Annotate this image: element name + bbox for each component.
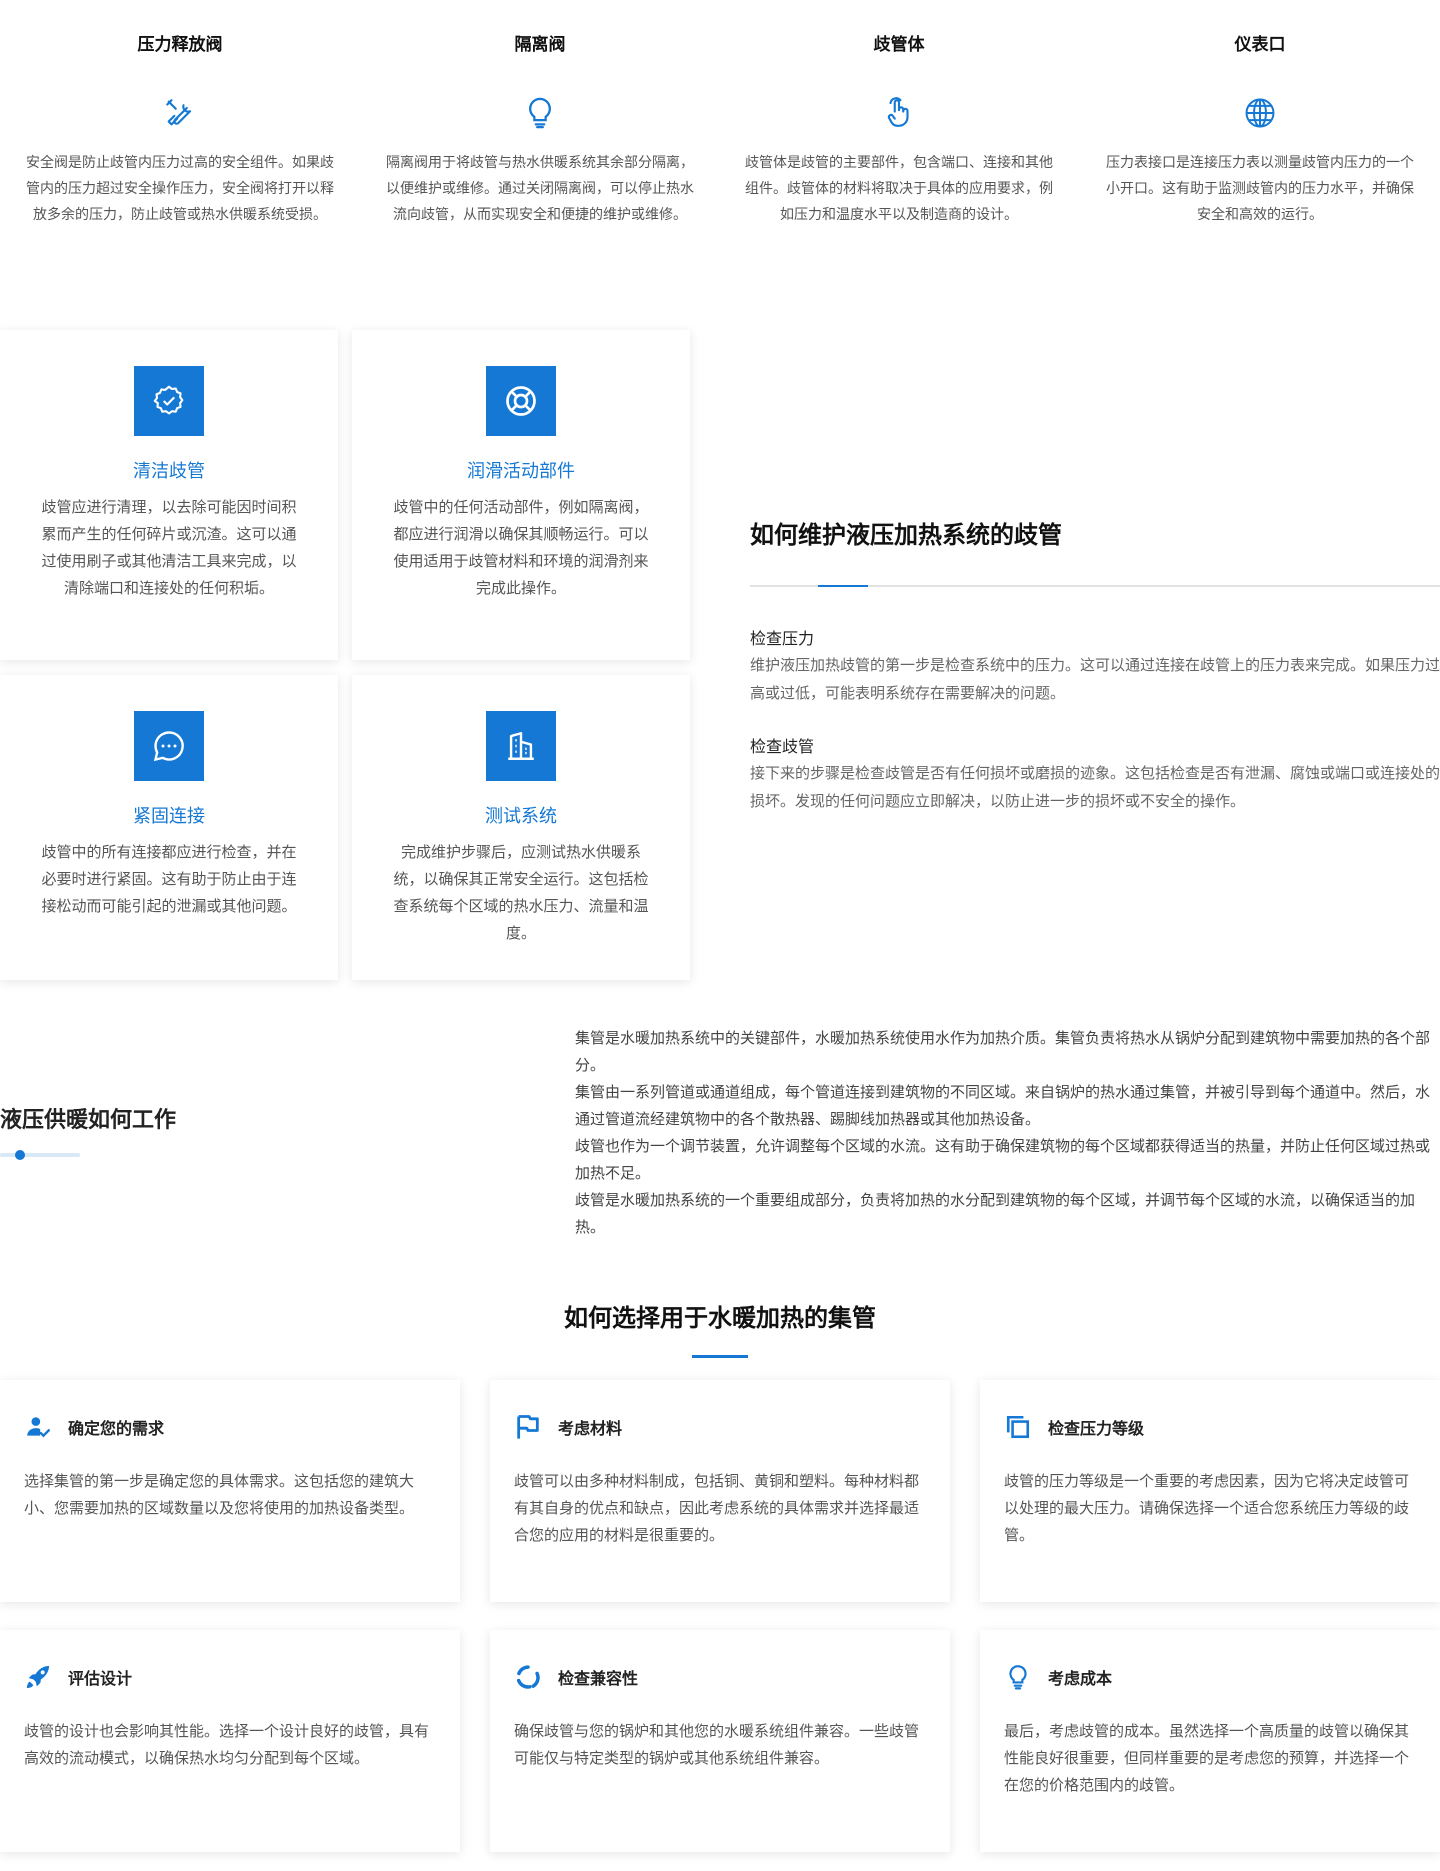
maintenance-card-desc: 歧管中的任何活动部件，例如隔离阀，都应进行润滑以确保其顺畅运行。可以使用适用于歧… xyxy=(393,498,649,597)
component-title: 仪表口 xyxy=(1234,35,1286,55)
choose-card-title: 考虑材料 xyxy=(558,1419,623,1438)
step-desc: 接下来的步骤是检查歧管是否有任何损坏或磨损的迹象。这包括检查是否有泄漏、腐蚀或端… xyxy=(750,764,1440,810)
component-desc: 隔离阀用于将歧管与热水供暖系统其余部分隔离，以便维护或维修。通过关闭隔离阀，可以… xyxy=(386,155,694,223)
paragraph: 歧管也作为一个调节装置，允许调整每个区域的水流。这有助于确保建筑物的每个区域都获… xyxy=(575,1137,1431,1182)
component-title: 压力释放阀 xyxy=(137,35,223,55)
choose-card-title: 检查压力等级 xyxy=(1048,1419,1145,1438)
choose-card: 确定您的需求 选择集管的第一步是确定您的具体需求。这包括您的建筑大小、您需要加热… xyxy=(0,1380,460,1602)
building-icon xyxy=(486,711,556,781)
choose-card: 检查兼容性 确保歧管与您的锅炉和其他您的水暖系统组件兼容。一些歧管可能仅与特定类… xyxy=(490,1630,950,1852)
component-desc: 歧管体是歧管的主要部件，包含端口、连接和其他组件。歧管体的材料将取决于具体的应用… xyxy=(745,155,1053,223)
choose-card-title: 检查兼容性 xyxy=(558,1669,639,1688)
choose-card: 检查压力等级 歧管的压力等级是一个重要的考虑因素，因为它将决定歧管可以处理的最大… xyxy=(980,1380,1440,1602)
component-item: 压力释放阀 安全阀是防止歧管内压力过高的安全组件。如果歧管内的压力超过安全操作压… xyxy=(18,30,342,228)
heading-accent-bar xyxy=(0,1150,80,1160)
circle-arrows-icon xyxy=(514,1663,542,1691)
choose-card-desc: 歧管可以由多种材料制成，包括铜、黄铜和塑料。每种材料都有其自身的优点和缺点，因此… xyxy=(514,1472,920,1544)
choose-card-desc: 选择集管的第一步是确定您的具体需求。这包括您的建筑大小、您需要加热的区域数量以及… xyxy=(24,1472,415,1517)
maintenance-card-title: 清洁歧管 xyxy=(133,461,205,482)
component-title: 歧管体 xyxy=(873,35,925,55)
lightbulb-icon xyxy=(1004,1663,1032,1691)
maintenance-steps: 如何维护液压加热系统的歧管 检查压力 维护液压加热歧管的第一步是检查系统中的压力… xyxy=(750,515,1440,815)
user-check-icon xyxy=(24,1413,52,1441)
maintenance-card-desc: 歧管中的所有连接都应进行检查，并在必要时进行紧固。这有助于防止由于连接松动而可能… xyxy=(41,843,297,915)
flag-icon xyxy=(514,1413,542,1441)
choose-card-desc: 歧管的设计也会影响其性能。选择一个设计良好的歧管，具有高效的流动模式，以确保热水… xyxy=(24,1722,430,1767)
choose-card: 考虑材料 歧管可以由多种材料制成，包括铜、黄铜和塑料。每种材料都有其自身的优点和… xyxy=(490,1380,950,1602)
maintenance-card-title: 紧固连接 xyxy=(133,806,205,827)
step-title: 检查歧管 xyxy=(750,737,815,756)
choose-card-desc: 歧管的压力等级是一个重要的考虑因素，因为它将决定歧管可以处理的最大压力。请确保选… xyxy=(1004,1472,1410,1544)
step-desc: 维护液压加热歧管的第一步是检查系统中的压力。这可以通过连接在歧管上的压力表来完成… xyxy=(750,656,1440,702)
how-it-works-heading: 液压供暖如何工作 xyxy=(0,1108,177,1133)
choose-heading: 如何选择用于水暖加热的集管 xyxy=(564,1304,876,1332)
maintenance-card-title: 润滑活动部件 xyxy=(467,461,575,482)
maintenance-heading: 如何维护液压加热系统的歧管 xyxy=(750,521,1062,549)
component-item: 仪表口 压力表接口是连接压力表以测量歧管内压力的一个小开口。这有助于监测歧管内的… xyxy=(1098,30,1422,228)
pointer-hand-icon xyxy=(882,96,916,130)
maintenance-card: 测试系统 完成维护步骤后，应测试热水供暖系统，以确保其正常安全运行。这包括检查系… xyxy=(352,675,690,980)
paragraph: 集管是水暖加热系统中的关键部件，水暖加热系统使用水作为加热介质。集管负责将热水从… xyxy=(575,1029,1431,1074)
maintenance-card-title: 测试系统 xyxy=(485,806,557,827)
lightbulb-icon xyxy=(523,96,557,130)
globe-icon xyxy=(1243,96,1277,130)
copy-squares-icon xyxy=(1004,1413,1032,1441)
component-item: 歧管体 歧管体是歧管的主要部件，包含端口、连接和其他组件。歧管体的材料将取决于具… xyxy=(737,30,1061,228)
tools-icon xyxy=(163,96,197,130)
heading-divider xyxy=(750,585,1440,587)
choose-card-title: 考虑成本 xyxy=(1048,1669,1113,1688)
how-it-works-text: 集管是水暖加热系统中的关键部件，水暖加热系统使用水作为加热介质。集管负责将热水从… xyxy=(575,1025,1440,1241)
maintenance-card: 清洁歧管 歧管应进行清理，以去除可能因时间积累而产生的任何碎片或沉渣。这可以通过… xyxy=(0,330,338,660)
component-title: 隔离阀 xyxy=(514,35,566,55)
choose-card-title: 评估设计 xyxy=(68,1669,133,1688)
components-section: 压力释放阀 安全阀是防止歧管内压力过高的安全组件。如果歧管内的压力超过安全操作压… xyxy=(0,0,1440,270)
component-desc: 安全阀是防止歧管内压力过高的安全组件。如果歧管内的压力超过安全操作压力，安全阀将… xyxy=(26,155,334,223)
heading-underline xyxy=(692,1355,748,1358)
rocket-icon xyxy=(24,1663,52,1691)
paragraph: 集管由一系列管道或通道组成，每个管道连接到建筑物的不同区域。来自锅炉的热水通过集… xyxy=(575,1083,1431,1128)
choose-card-desc: 确保歧管与您的锅炉和其他您的水暖系统组件兼容。一些歧管可能仅与特定类型的锅炉或其… xyxy=(514,1722,920,1767)
step-title: 检查压力 xyxy=(750,629,815,648)
choose-card: 考虑成本 最后，考虑歧管的成本。虽然选择一个高质量的歧管以确保其性能良好很重要，… xyxy=(980,1630,1440,1852)
maintenance-card-desc: 歧管应进行清理，以去除可能因时间积累而产生的任何碎片或沉渣。这可以通过使用刷子或… xyxy=(41,498,297,597)
component-item: 隔离阀 隔离阀用于将歧管与热水供暖系统其余部分隔离，以便维护或维修。通过关闭隔离… xyxy=(378,30,702,228)
lifebuoy-icon xyxy=(486,366,556,436)
choose-card: 评估设计 歧管的设计也会影响其性能。选择一个设计良好的歧管，具有高效的流动模式，… xyxy=(0,1630,460,1852)
chat-bubble-icon xyxy=(134,711,204,781)
maintenance-card: 润滑活动部件 歧管中的任何活动部件，例如隔离阀，都应进行润滑以确保其顺畅运行。可… xyxy=(352,330,690,660)
paragraph: 歧管是水暖加热系统的一个重要组成部分，负责将加热的水分配到建筑物的每个区域，并调… xyxy=(575,1191,1416,1236)
gear-check-icon xyxy=(134,366,204,436)
choose-card-title: 确定您的需求 xyxy=(68,1419,165,1438)
component-desc: 压力表接口是连接压力表以测量歧管内压力的一个小开口。这有助于监测歧管内的压力水平… xyxy=(1106,155,1414,223)
maintenance-card-desc: 完成维护步骤后，应测试热水供暖系统，以确保其正常安全运行。这包括检查系统每个区域… xyxy=(393,843,649,942)
maintenance-card: 紧固连接 歧管中的所有连接都应进行检查，并在必要时进行紧固。这有助于防止由于连接… xyxy=(0,675,338,980)
choose-card-desc: 最后，考虑歧管的成本。虽然选择一个高质量的歧管以确保其性能良好很重要，但同样重要… xyxy=(1004,1722,1410,1794)
